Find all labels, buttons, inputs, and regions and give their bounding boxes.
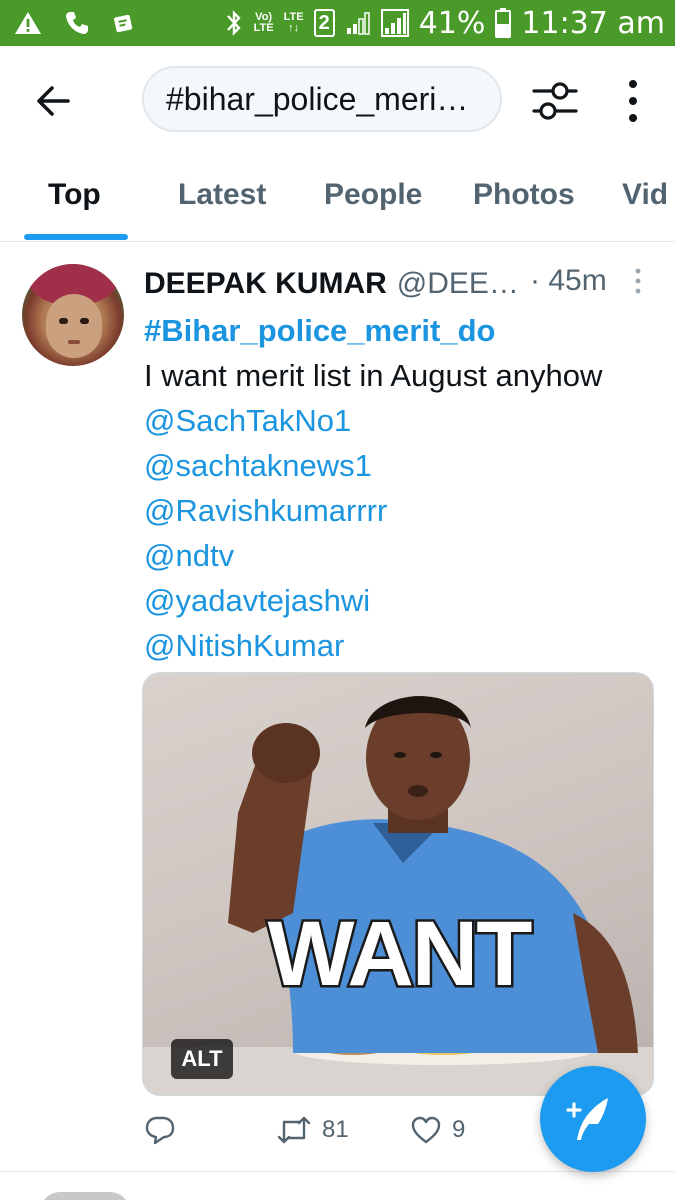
search-tabs: Top Latest People Photos Vid <box>0 156 675 242</box>
search-filter-button[interactable] <box>528 74 582 128</box>
phone-icon <box>66 12 88 34</box>
tab-top[interactable]: Top <box>48 178 101 212</box>
compose-quill-icon <box>566 1098 608 1140</box>
tweet-media-gif[interactable]: WANT ALT <box>142 672 654 1096</box>
tweet-timestamp[interactable]: · 45m <box>530 264 607 298</box>
mention-link[interactable]: @Ravishkumarrrr <box>144 488 664 533</box>
more-vertical-icon <box>635 268 641 294</box>
avatar-eye <box>80 318 89 324</box>
like-button[interactable]: 9 <box>410 1114 465 1146</box>
tweet-body-line: I want merit list in August anyhow <box>144 358 603 393</box>
search-query-text: #bihar_police_meri… <box>166 80 469 117</box>
mention-link[interactable]: @SachTakNo1 <box>144 398 664 443</box>
tweet[interactable]: DEEPAK KUMAR @DEE… · 45m #Bihar_police_m… <box>0 242 675 1172</box>
battery-percent: 41% <box>418 5 486 41</box>
tab-latest[interactable]: Latest <box>178 178 266 212</box>
reply-icon <box>145 1116 175 1145</box>
avatar-mouth <box>68 340 80 344</box>
active-tab-indicator <box>24 234 128 240</box>
status-bar: Vo) LTE LTE ↑↓ 2 41% 11:37 am <box>0 0 675 46</box>
back-arrow-icon <box>37 86 70 116</box>
alt-text-badge[interactable]: ALT <box>171 1039 233 1079</box>
avatar-eye <box>59 318 68 324</box>
author-handle[interactable]: @DEE… <box>397 267 519 301</box>
mention-link[interactable]: @ndtv <box>144 533 664 578</box>
more-vertical-icon <box>629 80 637 122</box>
author-display-name[interactable]: DEEPAK KUMAR <box>144 267 387 301</box>
retweet-button[interactable]: 81 <box>276 1114 349 1146</box>
want-caption-text: WANT <box>268 903 533 1005</box>
next-tweet-avatar-peek <box>40 1192 130 1200</box>
battery-icon <box>495 8 512 38</box>
volte-indicator: Vo) LTE <box>253 11 274 34</box>
filter-sliders-icon <box>532 82 578 120</box>
tweet-options-button[interactable] <box>628 266 648 296</box>
retweet-count: 81 <box>322 1116 349 1143</box>
lte-indicator: LTE ↑↓ <box>283 11 304 34</box>
want-caption: WANT <box>265 901 537 1008</box>
overflow-menu-button[interactable] <box>616 74 650 128</box>
tab-videos[interactable]: Vid <box>622 178 668 212</box>
tab-photos[interactable]: Photos <box>473 178 575 212</box>
reply-button[interactable] <box>144 1114 176 1146</box>
data-saver-icon <box>114 14 133 33</box>
warning-icon <box>15 12 41 34</box>
sim-slot-badge: 2 <box>313 9 335 37</box>
signal-weak-icon <box>346 12 370 35</box>
avatar-face <box>46 294 102 358</box>
search-header: #bihar_police_meri… <box>0 46 675 156</box>
mention-link[interactable]: @NitishKumar <box>144 623 664 668</box>
signal-icon <box>380 9 409 37</box>
bluetooth-icon <box>226 10 241 36</box>
compose-tweet-button[interactable] <box>540 1066 646 1172</box>
retweet-icon <box>277 1116 311 1144</box>
search-input[interactable]: #bihar_police_meri… <box>142 66 502 132</box>
tab-people[interactable]: People <box>324 178 422 212</box>
clock: 11:37 am <box>521 5 665 41</box>
back-button[interactable] <box>28 76 78 126</box>
like-count: 9 <box>452 1116 466 1143</box>
hashtag-link[interactable]: #Bihar_police_merit_do <box>144 308 664 353</box>
heart-icon <box>411 1116 441 1144</box>
mention-link[interactable]: @yadavtejashwi <box>144 578 664 623</box>
mention-link[interactable]: @sachtaknews1 <box>144 443 664 488</box>
avatar[interactable] <box>22 264 124 366</box>
tweet-text: #Bihar_police_merit_do I want merit list… <box>144 308 664 668</box>
